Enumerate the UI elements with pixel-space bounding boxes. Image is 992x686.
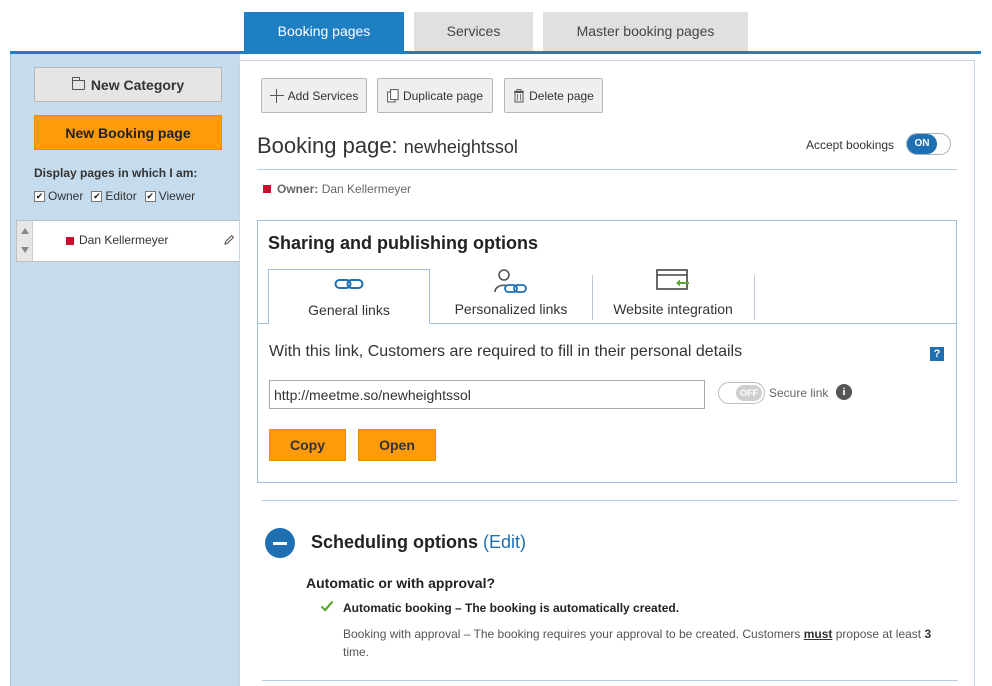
owner-label: Owner: [277, 182, 319, 196]
approval-must: must [803, 627, 833, 641]
tab-master-booking-pages[interactable]: Master booking pages [543, 12, 748, 51]
plus-icon [269, 88, 284, 103]
main-panel: Add Services Duplicate page Delete page … [239, 60, 975, 686]
accept-bookings-state: ON [907, 134, 937, 154]
approval-suffix: time. [343, 645, 370, 659]
top-tab-bar: Booking pages Services Master booking pa… [0, 0, 992, 54]
reorder-arrows[interactable] [17, 221, 33, 261]
approval-booking-option: Booking with approval – The booking requ… [343, 625, 943, 661]
secure-link-label: Secure link [769, 386, 829, 400]
tab-website-integration-label: Website integration [613, 301, 733, 317]
arrow-up-icon[interactable] [21, 228, 29, 234]
sharing-panel: Sharing and publishing options General l… [257, 220, 957, 483]
page-title-prefix: Booking page: [257, 133, 398, 158]
duplicate-icon [387, 88, 399, 102]
role-filters: ✔ Owner ✔ Editor ✔ Viewer [34, 189, 195, 203]
viewer-checkbox[interactable]: ✔ [144, 190, 156, 202]
new-booking-page-button[interactable]: New Booking page [34, 115, 222, 150]
tab-services[interactable]: Services [414, 12, 533, 51]
approval-count: 3 [924, 627, 932, 641]
scheduling-divider [262, 500, 958, 501]
filter-editor[interactable]: ✔ Editor [91, 189, 137, 203]
bottom-divider [262, 680, 958, 681]
secure-link-state: OFF [736, 385, 762, 401]
approval-mid: propose at least [835, 627, 922, 641]
booking-page-item-name: Dan Kellermeyer [79, 233, 169, 247]
link-icon [334, 279, 364, 289]
edit-close-paren: ) [520, 532, 527, 552]
filter-viewer[interactable]: ✔ Viewer [144, 189, 196, 203]
link-description: With this link, Customers are required t… [269, 343, 743, 360]
filter-owner[interactable]: ✔ Owner [34, 189, 83, 203]
owner-marker-icon [66, 237, 74, 245]
tab-separator [754, 275, 755, 320]
arrow-down-icon[interactable] [21, 247, 29, 253]
collapse-minus-icon[interactable] [265, 528, 295, 558]
personalized-link-icon [494, 269, 527, 293]
sidebar: New Category New Booking page Display pa… [10, 54, 241, 686]
booking-link-input[interactable] [269, 380, 705, 409]
help-icon[interactable]: ? [930, 347, 944, 361]
new-category-label: New Category [90, 76, 185, 93]
trash-icon [514, 88, 525, 102]
secure-link-toggle[interactable]: OFF [718, 382, 765, 404]
delete-page-label: Delete page [529, 88, 594, 103]
filter-owner-label: Owner [48, 189, 84, 203]
folder-icon [71, 77, 85, 90]
check-icon [320, 600, 334, 612]
tab-website-integration[interactable]: Website integration [592, 269, 754, 324]
title-divider [257, 169, 957, 170]
copy-button[interactable]: Copy [269, 429, 346, 461]
delete-page-button[interactable]: Delete page [504, 78, 603, 113]
sharing-title: Sharing and publishing options [268, 233, 538, 253]
automatic-booking-option: Automatic booking – The booking is autom… [343, 601, 680, 615]
accept-bookings-toggle[interactable]: ON [906, 133, 951, 155]
open-button[interactable]: Open [358, 429, 436, 461]
owner-checkbox[interactable]: ✔ [34, 190, 45, 202]
page-title: Booking page: newheightssol [257, 133, 518, 159]
scheduling-title-text: Scheduling options [311, 532, 478, 552]
info-icon[interactable]: i [836, 384, 852, 400]
edit-scheduling-link[interactable]: Edit [489, 532, 520, 552]
add-services-label: Add Services [287, 88, 359, 103]
approval-question: Automatic or with approval? [306, 575, 496, 591]
owner-marker-icon [263, 185, 271, 193]
tab-general-links[interactable]: General links [268, 269, 430, 324]
tab-personalized-links-label: Personalized links [454, 301, 568, 317]
tab-general-links-label: General links [308, 302, 390, 318]
page-title-name: newheightssol [403, 137, 518, 157]
duplicate-page-label: Duplicate page [402, 88, 484, 103]
owner-line: Owner: Dan Kellermeyer [277, 182, 411, 196]
tab-personalized-links[interactable]: Personalized links [430, 269, 592, 324]
booking-page-list-item[interactable]: Dan Kellermeyer [16, 220, 241, 262]
filter-editor-label: Editor [105, 189, 137, 203]
website-embed-icon [656, 269, 689, 290]
new-category-button[interactable]: New Category [34, 67, 222, 102]
add-services-button[interactable]: Add Services [261, 78, 367, 113]
owner-name: Dan Kellermeyer [321, 182, 412, 196]
editor-checkbox[interactable]: ✔ [91, 190, 103, 202]
filter-viewer-label: Viewer [158, 189, 196, 203]
duplicate-page-button[interactable]: Duplicate page [377, 78, 493, 113]
pencil-icon[interactable] [223, 234, 235, 246]
approval-prefix: Booking with approval – The booking requ… [343, 627, 801, 641]
display-pages-label: Display pages in which I am: [34, 166, 198, 180]
tab-booking-pages[interactable]: Booking pages [244, 12, 404, 51]
scheduling-title: Scheduling options (Edit) [311, 532, 526, 553]
accept-bookings-label: Accept bookings [806, 138, 895, 152]
